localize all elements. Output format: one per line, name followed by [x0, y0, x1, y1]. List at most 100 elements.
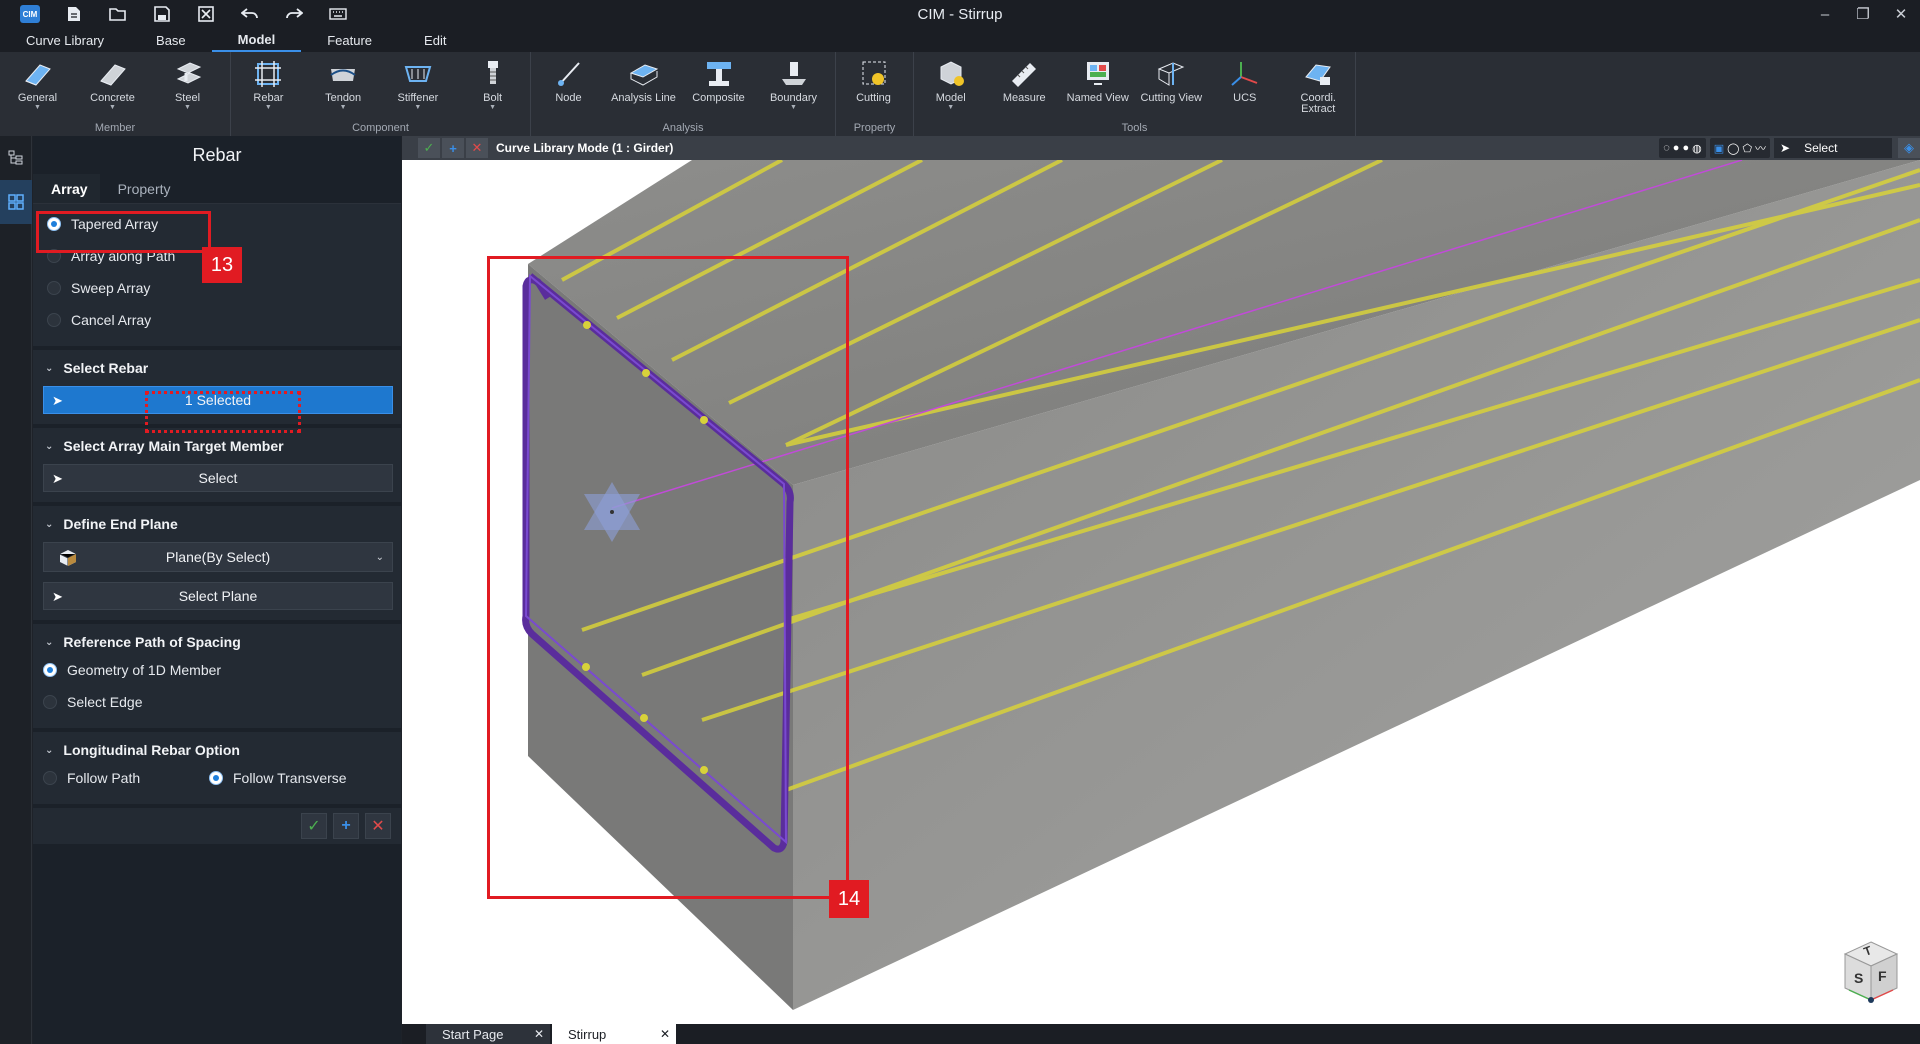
- restore-button[interactable]: ❐: [1844, 0, 1882, 28]
- solid-sphere-icon[interactable]: ●: [1682, 142, 1689, 154]
- view-cube[interactable]: T S F: [1842, 940, 1900, 1004]
- menu-tab-curve-library[interactable]: Curve Library: [0, 28, 130, 52]
- tab-start-page[interactable]: Start Page ✕: [426, 1024, 550, 1044]
- radio-button[interactable]: [209, 771, 223, 785]
- radio-label: Follow Path: [67, 770, 141, 786]
- radio-follow-path[interactable]: Follow Path: [41, 762, 203, 794]
- stiffener-button[interactable]: Stiffener ▼: [381, 52, 456, 120]
- analysis-line-button[interactable]: Analysis Line: [606, 52, 681, 120]
- cutting-view-button[interactable]: Cutting View: [1135, 52, 1209, 120]
- wireframe-sphere-icon[interactable]: ◌: [1663, 142, 1670, 154]
- radio-button[interactable]: [47, 281, 61, 295]
- radio-button[interactable]: [47, 313, 61, 327]
- add-button[interactable]: +: [333, 813, 359, 839]
- new-file-icon[interactable]: [52, 0, 96, 28]
- viewport-cancel-button[interactable]: ✕: [466, 138, 488, 158]
- measure-label: Measure: [1002, 92, 1046, 104]
- radio-button[interactable]: [43, 663, 57, 677]
- ribbon-group-label: Member: [94, 122, 136, 134]
- ucs-button[interactable]: UCS: [1208, 52, 1282, 120]
- view-cube-left-label[interactable]: S: [1854, 970, 1863, 986]
- tendon-button[interactable]: Tendon ▼: [306, 52, 381, 120]
- menu-tab-base[interactable]: Base: [130, 28, 212, 52]
- keyboard-icon[interactable]: [316, 0, 360, 28]
- radio-button[interactable]: [43, 771, 57, 785]
- minimize-button[interactable]: –: [1806, 0, 1844, 28]
- undo-icon[interactable]: [228, 0, 272, 28]
- tab-stirrup[interactable]: Stirrup ✕: [552, 1024, 676, 1044]
- general-button[interactable]: General ▼: [0, 52, 75, 120]
- composite-button[interactable]: Composite: [681, 52, 756, 120]
- steel-button[interactable]: Steel ▼: [150, 52, 225, 120]
- app-logo-icon[interactable]: CIM: [8, 0, 52, 28]
- menu-tab-feature[interactable]: Feature: [301, 28, 398, 52]
- cancel-button[interactable]: ✕: [365, 813, 391, 839]
- tab-array[interactable]: Array: [33, 174, 100, 203]
- shaded-sphere-icon[interactable]: ●: [1673, 142, 1680, 154]
- section-title: Select Array Main Target Member: [63, 438, 284, 454]
- model-tool-button[interactable]: Model ▼: [914, 52, 988, 120]
- cutting-label: Cutting: [856, 92, 891, 104]
- menu-tab-edit[interactable]: Edit: [398, 28, 472, 52]
- box-select-icon[interactable]: ▣: [1714, 142, 1724, 155]
- menu-bar: Curve Library Base Model Feature Edit: [0, 28, 1920, 52]
- radio-button[interactable]: [43, 695, 57, 709]
- radio-geometry-1d-member[interactable]: Geometry of 1D Member: [41, 654, 393, 686]
- concrete-label: Concrete: [90, 92, 135, 104]
- end-plane-header[interactable]: ⌄ Define End Plane: [41, 512, 393, 536]
- cutting-button[interactable]: Cutting: [836, 52, 911, 120]
- close-tab-icon[interactable]: ✕: [660, 1027, 670, 1041]
- concrete-button[interactable]: Concrete ▼: [75, 52, 150, 120]
- view-cube-right-label[interactable]: F: [1878, 968, 1887, 984]
- select-plane-button[interactable]: ➤ Select Plane: [43, 582, 393, 610]
- open-folder-icon[interactable]: [96, 0, 140, 28]
- select-target-header[interactable]: ⌄ Select Array Main Target Member: [41, 434, 393, 458]
- close-window-button[interactable]: ✕: [1882, 0, 1920, 28]
- circle-select-icon[interactable]: ◯: [1727, 142, 1739, 155]
- viewport-ok-button[interactable]: ✓: [418, 138, 440, 158]
- bolt-label: Bolt: [483, 92, 503, 104]
- boundary-button[interactable]: Boundary ▼: [756, 52, 831, 120]
- lasso-select-icon[interactable]: 〰: [1755, 140, 1766, 156]
- viewport-add-button[interactable]: +: [442, 138, 464, 158]
- radio-cancel-array[interactable]: Cancel Array: [41, 304, 393, 336]
- menu-tab-model[interactable]: Model: [211, 28, 302, 52]
- view-settings-icon[interactable]: ◈: [1898, 138, 1920, 158]
- tab-property[interactable]: Property: [100, 174, 183, 203]
- radio-label: Cancel Array: [71, 312, 152, 328]
- node-button[interactable]: Node: [531, 52, 606, 120]
- property-panel-icon[interactable]: [0, 180, 32, 224]
- rebar-button[interactable]: Rebar ▼: [231, 52, 306, 120]
- ribbon-group-tools: Model ▼ Measure Named View Cutting View U…: [914, 52, 1356, 136]
- ribbon: General ▼ Concrete ▼ Steel ▼ Member Rebar ▼ …: [0, 52, 1920, 136]
- measure-button[interactable]: Measure: [988, 52, 1062, 120]
- title-bar: CIM CIM - Stirrup – ❐ ✕: [0, 0, 1920, 28]
- tree-view-icon[interactable]: [0, 136, 32, 180]
- coordi-extract-button[interactable]: Coordi. Extract: [1282, 52, 1356, 120]
- select-target-button[interactable]: ➤ Select: [43, 464, 393, 492]
- polygon-select-icon[interactable]: ⬠: [1742, 142, 1752, 155]
- callout-stirrup-highlight: [487, 256, 849, 899]
- ucs-label: UCS: [1233, 92, 1257, 104]
- hidden-line-sphere-icon[interactable]: ◍: [1692, 142, 1702, 155]
- reference-path-header[interactable]: ⌄ Reference Path of Spacing: [41, 630, 393, 654]
- ok-button[interactable]: ✓: [301, 813, 327, 839]
- end-plane-dropdown[interactable]: Plane(By Select) ⌄: [43, 542, 393, 572]
- viewport-toolbar: ✓ + ✕ Curve Library Mode (1 : Girder) ◌ …: [402, 136, 1920, 160]
- bolt-icon: [476, 58, 510, 90]
- close-tab-icon[interactable]: ✕: [534, 1027, 544, 1041]
- named-view-button[interactable]: Named View: [1061, 52, 1135, 120]
- radio-follow-transverse[interactable]: Follow Transverse: [203, 762, 365, 794]
- radio-select-edge[interactable]: Select Edge: [41, 686, 393, 718]
- bolt-button[interactable]: Bolt ▼: [455, 52, 530, 120]
- longitudinal-option-header[interactable]: ⌄ Longitudinal Rebar Option: [41, 738, 393, 762]
- select-rebar-header[interactable]: ⌄ Select Rebar: [41, 356, 393, 380]
- select-target-section: ⌄ Select Array Main Target Member ➤ Select: [33, 428, 401, 506]
- dropdown-arrow-icon: ▼: [264, 104, 272, 111]
- save-icon[interactable]: [140, 0, 184, 28]
- close-document-icon[interactable]: [184, 0, 228, 28]
- mode-label: Curve Library Mode (1 : Girder): [496, 141, 674, 155]
- analysis-line-icon: [627, 58, 661, 90]
- redo-icon[interactable]: [272, 0, 316, 28]
- selection-filter-dropdown[interactable]: ➤ Select: [1774, 138, 1892, 158]
